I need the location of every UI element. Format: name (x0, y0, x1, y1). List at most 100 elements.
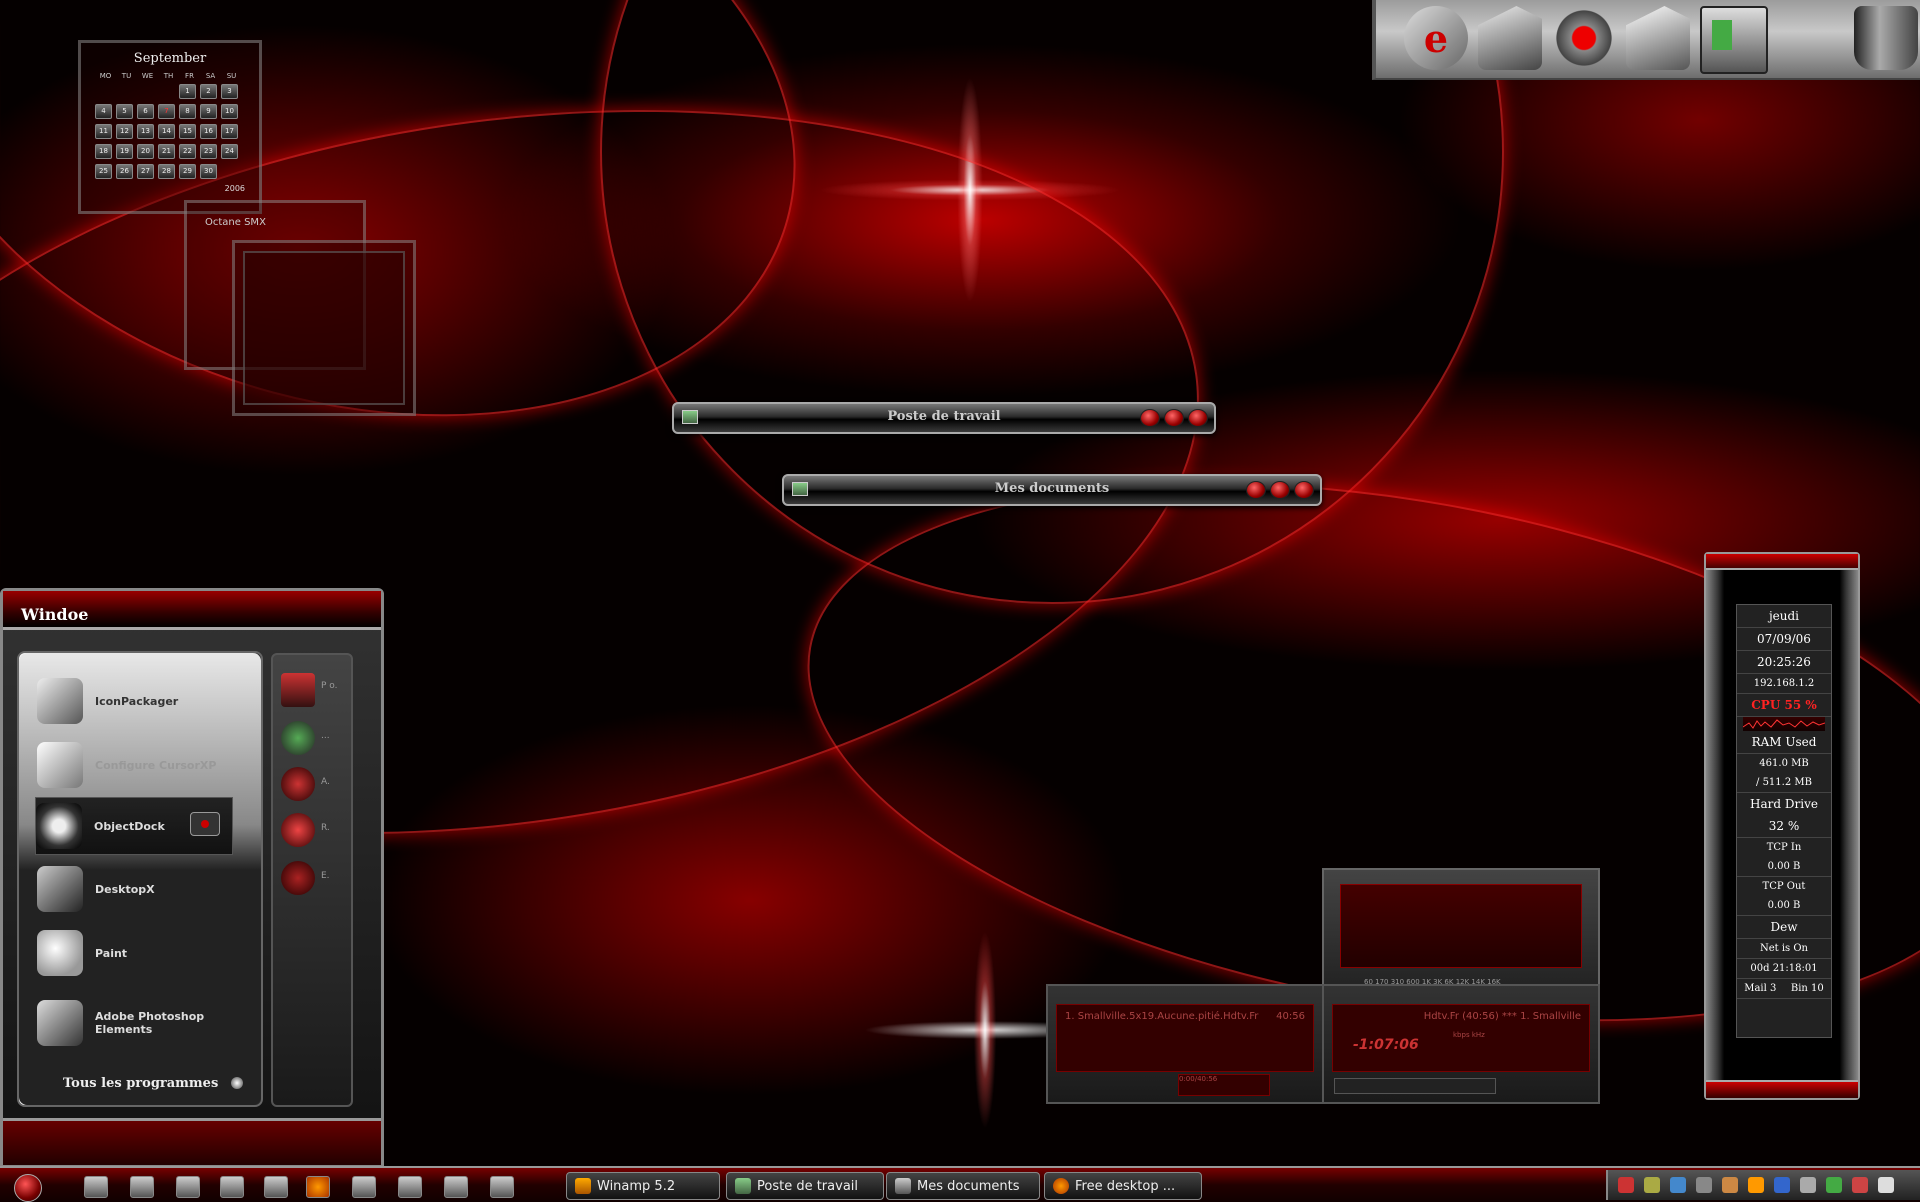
start-button[interactable] (14, 1174, 42, 1202)
elapsed-time[interactable]: -1:07:06 (1353, 1037, 1419, 1053)
calendar-day[interactable]: 6 (137, 104, 154, 119)
minimize-button[interactable] (1140, 409, 1160, 427)
calculator-icon[interactable] (176, 1176, 200, 1198)
program-objectdock[interactable]: ObjectDock (35, 797, 233, 855)
calendar-day[interactable]: 11 (95, 124, 112, 139)
system-places: P o. ... A. R. E. (271, 653, 353, 1107)
task-poste-de-travail[interactable]: Poste de travail (726, 1172, 884, 1200)
minimize-button[interactable] (1246, 481, 1266, 499)
info-icon[interactable] (490, 1176, 514, 1198)
calendar-day[interactable]: 3 (221, 84, 238, 99)
calendar-day[interactable]: 19 (116, 144, 133, 159)
network-icon[interactable] (281, 721, 315, 755)
calendar-day[interactable]: 14 (158, 124, 175, 139)
program-cursorxp[interactable]: Configure CursorXP (37, 737, 227, 793)
window-mes-documents[interactable]: Mes documents (782, 474, 1322, 506)
calendar-day[interactable]: 30 (200, 164, 217, 179)
calendar-day[interactable]: 28 (158, 164, 175, 179)
maximize-button[interactable] (1270, 481, 1290, 499)
tray-icon[interactable] (1722, 1177, 1738, 1193)
maximize-button[interactable] (1164, 409, 1184, 427)
winamp-equalizer[interactable]: 60 170 310 600 1K 3K 6K 12K 14K 16K (1322, 868, 1600, 992)
all-programs-button[interactable]: Tous les programmes (63, 1076, 218, 1091)
window-poste-de-travail[interactable]: Poste de travail (672, 402, 1216, 434)
show-desktop-icon[interactable] (84, 1176, 108, 1198)
calendar-day[interactable]: 29 (179, 164, 196, 179)
tray-icon[interactable] (1852, 1177, 1868, 1193)
tray-icon[interactable] (1826, 1177, 1842, 1193)
calendar-day[interactable]: 25 (95, 164, 112, 179)
program-paint[interactable]: Paint (37, 925, 227, 981)
calendar-day[interactable]: 26 (116, 164, 133, 179)
device-icon[interactable] (264, 1176, 288, 1198)
close-button[interactable] (1294, 481, 1314, 499)
run-icon[interactable] (281, 861, 315, 895)
media-icon[interactable] (130, 1176, 154, 1198)
calendar-day[interactable]: 16 (200, 124, 217, 139)
calendar-day[interactable]: 23 (200, 144, 217, 159)
cpu-label: CPU 55 % (1737, 694, 1831, 717)
tray-icon[interactable] (1800, 1177, 1816, 1193)
ram-used-value: 461.0 MB (1759, 758, 1809, 769)
calendar-day[interactable]: 15 (179, 124, 196, 139)
program-photoshop-elements[interactable]: Adobe Photoshop Elements (37, 995, 227, 1051)
computer-icon[interactable] (281, 673, 315, 707)
task-mes-documents[interactable]: Mes documents (886, 1172, 1040, 1200)
tray-icon[interactable] (1618, 1177, 1634, 1193)
program-desktopx[interactable]: DesktopX (37, 861, 227, 917)
volume-icon[interactable] (1878, 1177, 1894, 1193)
window-icon[interactable] (444, 1176, 468, 1198)
window-title: Mes documents (994, 481, 1110, 496)
help-icon[interactable] (281, 767, 315, 801)
ram-total-value: / 511.2 MB (1737, 773, 1831, 793)
calendar-day[interactable]: 13 (137, 124, 154, 139)
close-button[interactable] (1188, 409, 1208, 427)
internet-explorer-icon[interactable]: e (1404, 6, 1468, 70)
search-icon[interactable] (281, 813, 315, 847)
recycle-bin-icon[interactable] (1854, 6, 1918, 70)
calendar-day[interactable]: 22 (179, 144, 196, 159)
playlist-duration: 40:56 (1276, 1011, 1305, 1022)
calendar-day[interactable]: 5 (116, 104, 133, 119)
tray-icon[interactable] (1644, 1177, 1660, 1193)
tray-icon[interactable] (1748, 1177, 1764, 1193)
control-panel-icon[interactable] (1700, 6, 1768, 74)
calendar-day[interactable]: 1 (179, 84, 196, 99)
winamp-playlist[interactable]: 1. Smallville.5x19.Aucune.pitié.Hdtv.Fr … (1046, 984, 1324, 1104)
tray-icon[interactable] (1670, 1177, 1686, 1193)
calendar-day[interactable]: 18 (95, 144, 112, 159)
calendar-day[interactable]: 21 (158, 144, 175, 159)
folder-icon[interactable] (1626, 6, 1690, 70)
winamp-main-window[interactable]: Hdtv.Fr (40:56) *** 1. Smallville kbps k… (1322, 984, 1600, 1104)
calendar-day[interactable]: 8 (179, 104, 196, 119)
tray-icon[interactable] (1696, 1177, 1712, 1193)
playback-controls[interactable] (1334, 1078, 1496, 1094)
playlist-track[interactable]: 1. Smallville.5x19.Aucune.pitié.Hdtv.Fr (1065, 1011, 1258, 1022)
network-icon[interactable] (220, 1176, 244, 1198)
tray-icon[interactable] (1774, 1177, 1790, 1193)
calendar-day[interactable]: 2 (200, 84, 217, 99)
winamp-icon[interactable] (352, 1176, 376, 1198)
calendar-day[interactable]: 9 (200, 104, 217, 119)
calendar-day[interactable]: 27 (137, 164, 154, 179)
calendar-day[interactable]: 17 (221, 124, 238, 139)
editor-icon[interactable] (398, 1176, 422, 1198)
objectdock-thumb-icon (190, 812, 220, 836)
calendar-day[interactable]: 4 (95, 104, 112, 119)
calendar-day[interactable]: 10 (221, 104, 238, 119)
calendar-day[interactable]: 20 (137, 144, 154, 159)
task-winamp[interactable]: Winamp 5.2 (566, 1172, 720, 1200)
calendar-day[interactable]: 24 (221, 144, 238, 159)
recycle-bin-count[interactable]: Bin 10 (1791, 983, 1824, 994)
firefox-icon[interactable] (306, 1176, 330, 1198)
calendar-day[interactable]: 12 (116, 124, 133, 139)
calendar-month: September (133, 51, 207, 66)
weekday-label: TU (121, 72, 132, 80)
octane-smx-panel[interactable] (232, 240, 416, 416)
task-firefox[interactable]: Free desktop ... (1044, 1172, 1202, 1200)
folder-icon[interactable] (1478, 6, 1542, 70)
gear-icon[interactable] (1552, 6, 1616, 70)
program-iconpackager[interactable]: IconPackager (37, 673, 227, 729)
calendar-day[interactable]: 7 (158, 104, 175, 119)
mail-count[interactable]: Mail 3 (1744, 983, 1776, 994)
